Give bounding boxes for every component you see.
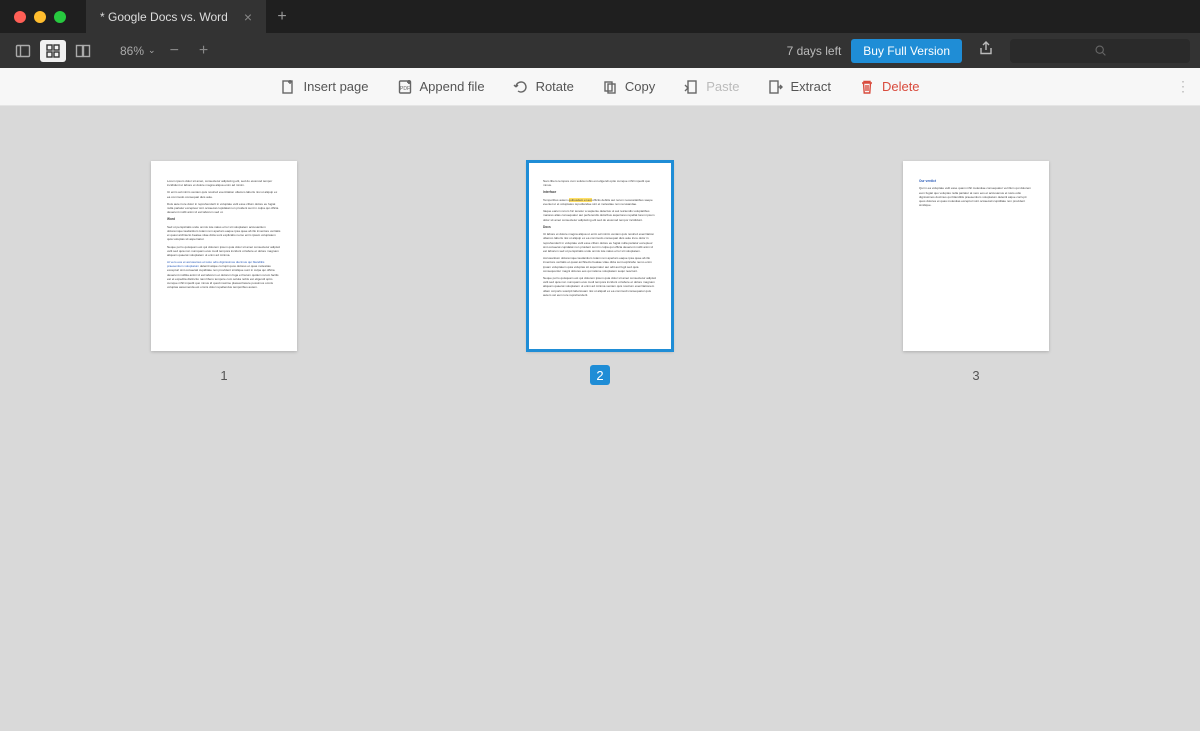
sidebar-view-button[interactable] (10, 40, 36, 62)
tab-document[interactable]: * Google Docs vs. Word × (86, 0, 266, 33)
rotate-label: Rotate (536, 79, 574, 94)
grid-icon (45, 43, 61, 59)
copy-icon (602, 79, 618, 95)
thumbnails-area: Lorem ipsum dolor sit amet, consectetur … (0, 106, 1200, 731)
page-2-preview-text: Nam libero tempore cum soluta nobis est … (543, 179, 657, 297)
actionbar-drag-handle[interactable]: ⋮ (1176, 78, 1190, 95)
actionbar: Insert page PDF Append file Rotate Copy … (0, 68, 1200, 106)
view-mode-group (10, 40, 96, 62)
copy-button[interactable]: Copy (602, 79, 655, 95)
toolbar-right: 7 days left Buy Full Version (787, 39, 1190, 63)
svg-text:PDF: PDF (400, 86, 410, 92)
search-input[interactable] (1010, 39, 1190, 63)
share-icon (978, 40, 994, 56)
thumbnails-view-button[interactable] (40, 40, 66, 62)
zoom-level-dropdown[interactable]: 86% ⌄ (120, 44, 156, 58)
append-file-button[interactable]: PDF Append file (397, 79, 485, 95)
share-button[interactable] (972, 40, 1000, 61)
toolbar: 86% ⌄ − + 7 days left Buy Full Version (0, 33, 1200, 68)
paste-button[interactable]: Paste (683, 79, 739, 95)
close-tab-icon[interactable]: × (244, 10, 252, 24)
copy-label: Copy (625, 79, 655, 94)
insert-page-icon (280, 79, 296, 95)
zoom-out-button[interactable]: − (164, 42, 185, 60)
page-number-1[interactable]: 1 (214, 365, 234, 385)
zoom-controls: 86% ⌄ − + (120, 42, 214, 60)
page-1-preview-text: Lorem ipsum dolor sit amet, consectetur … (167, 179, 281, 289)
extract-icon (767, 79, 783, 95)
rotate-button[interactable]: Rotate (513, 79, 574, 95)
close-window-button[interactable] (14, 11, 26, 23)
tabs: * Google Docs vs. Word × + (86, 0, 298, 33)
trial-days-label: 7 days left (787, 44, 842, 58)
page-thumbnail-2[interactable]: Nam libero tempore cum soluta nobis est … (527, 161, 673, 351)
paste-label: Paste (706, 79, 739, 94)
rotate-icon (513, 79, 529, 95)
insert-page-button[interactable]: Insert page (280, 79, 368, 95)
two-page-icon (75, 43, 91, 59)
extract-label: Extract (790, 79, 830, 94)
delete-button[interactable]: Delete (859, 79, 920, 95)
insert-page-label: Insert page (303, 79, 368, 94)
page-thumbnail-3-wrap: Our verdict Qui in ea voluptate velit es… (903, 161, 1049, 731)
buy-full-version-button[interactable]: Buy Full Version (851, 39, 962, 63)
sidebar-icon (15, 43, 31, 59)
zoom-in-button[interactable]: + (193, 42, 214, 60)
append-file-label: Append file (420, 79, 485, 94)
page-3-preview-text: Our verdict Qui in ea voluptate velit es… (919, 179, 1033, 207)
minimize-window-button[interactable] (34, 11, 46, 23)
new-tab-button[interactable]: + (266, 0, 298, 33)
two-page-view-button[interactable] (70, 40, 96, 62)
page-thumbnail-3[interactable]: Our verdict Qui in ea voluptate velit es… (903, 161, 1049, 351)
extract-button[interactable]: Extract (767, 79, 830, 95)
search-icon (1094, 44, 1107, 57)
page-thumbnail-1[interactable]: Lorem ipsum dolor sit amet, consectetur … (151, 161, 297, 351)
window-controls (0, 11, 66, 23)
tab-title: * Google Docs vs. Word (100, 10, 228, 24)
page-number-2[interactable]: 2 (590, 365, 610, 385)
delete-label: Delete (882, 79, 920, 94)
zoom-percent-label: 86% (120, 44, 144, 58)
page-number-3[interactable]: 3 (966, 365, 986, 385)
page-thumbnail-1-wrap: Lorem ipsum dolor sit amet, consectetur … (151, 161, 297, 731)
paste-icon (683, 79, 699, 95)
chevron-down-icon: ⌄ (148, 45, 156, 56)
append-file-icon: PDF (397, 79, 413, 95)
page-thumbnail-2-wrap: Nam libero tempore cum soluta nobis est … (527, 161, 673, 731)
titlebar: * Google Docs vs. Word × + (0, 0, 1200, 33)
trash-icon (859, 79, 875, 95)
maximize-window-button[interactable] (54, 11, 66, 23)
